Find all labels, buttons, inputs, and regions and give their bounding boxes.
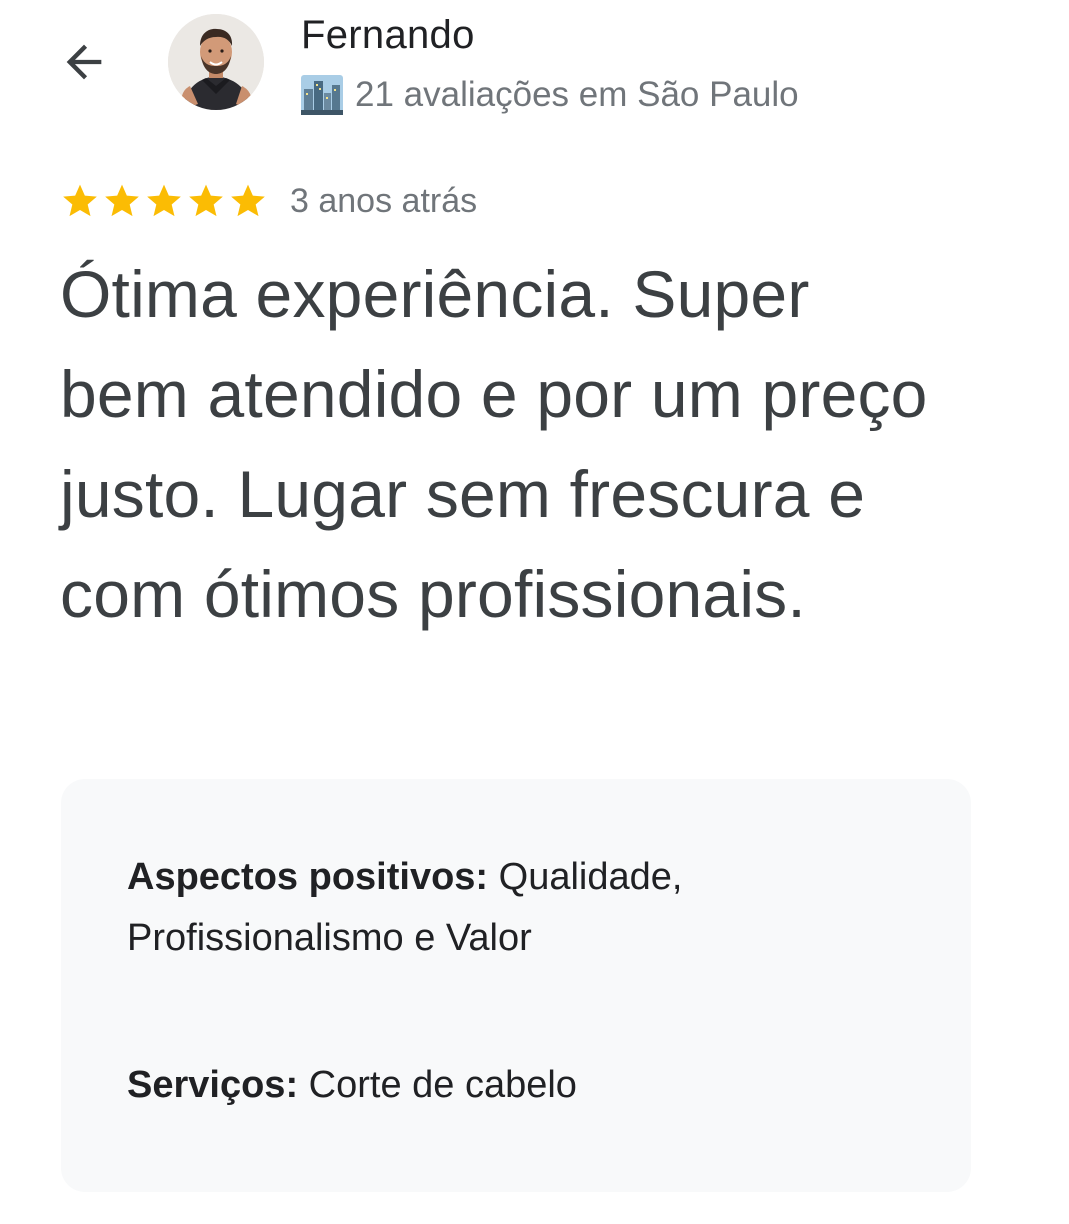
star-rating bbox=[60, 181, 268, 221]
review-attributes-card: Aspectos positivos: Qualidade, Profissio… bbox=[61, 779, 971, 1192]
reviewer-avatar[interactable] bbox=[168, 14, 264, 110]
arrow-back-icon bbox=[66, 44, 102, 80]
services-label: Serviços: bbox=[127, 1064, 299, 1106]
city-skyline-icon bbox=[301, 75, 343, 115]
star-icon bbox=[189, 184, 223, 217]
positive-aspects: Aspectos positivos: Qualidade, Profissio… bbox=[127, 847, 887, 969]
review-detail-page: Fernando 21 avaliações em São Paulo 3 an… bbox=[0, 0, 1069, 1224]
star-icon bbox=[63, 184, 97, 217]
services-value: Corte de cabelo bbox=[308, 1064, 577, 1106]
reviewer-meta[interactable]: 21 avaliações em São Paulo bbox=[301, 70, 799, 120]
review-time: 3 anos atrás bbox=[290, 181, 478, 220]
reviewer-review-count: 21 avaliações em São Paulo bbox=[355, 75, 799, 114]
positive-aspects-label: Aspectos positivos: bbox=[127, 856, 489, 898]
star-icon bbox=[147, 184, 181, 217]
star-icon bbox=[231, 184, 265, 217]
back-button[interactable] bbox=[52, 30, 116, 94]
services: Serviços: Corte de cabelo bbox=[127, 1055, 887, 1116]
reviewer-name[interactable]: Fernando bbox=[301, 10, 475, 60]
rating-row: 3 anos atrás bbox=[60, 176, 477, 226]
review-text: Ótima experiência. Super bem atendido e … bbox=[60, 257, 928, 631]
star-icon bbox=[105, 184, 139, 217]
